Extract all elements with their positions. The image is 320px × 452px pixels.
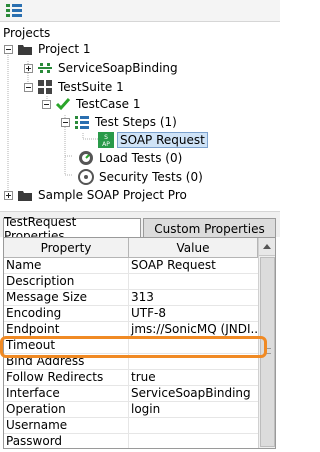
- scrollbar-thumb[interactable]: [260, 257, 275, 447]
- property-name: Timeout: [4, 338, 129, 353]
- property-value[interactable]: [129, 338, 258, 353]
- table-row[interactable]: Description: [4, 274, 258, 290]
- testsuite-grid-icon: [37, 79, 53, 95]
- properties-table: Property Value Name SOAP Request Descript…: [3, 237, 276, 449]
- property-value[interactable]: UTF-8: [129, 306, 258, 321]
- property-name: Endpoint: [4, 322, 129, 337]
- table-row[interactable]: Interface ServiceSoapBinding: [4, 386, 258, 402]
- property-value[interactable]: login: [129, 402, 258, 417]
- table-row[interactable]: Operation login: [4, 402, 258, 418]
- svg-text:S: S: [104, 134, 108, 141]
- property-name: Bind Address: [4, 354, 129, 369]
- tree-node-service-soap-binding[interactable]: ServiceSoapBinding: [24, 59, 178, 77]
- check-icon: [55, 96, 71, 112]
- expand-icon[interactable]: [24, 63, 33, 73]
- property-value[interactable]: true: [129, 370, 258, 385]
- tree-node-testcase-1[interactable]: TestCase 1: [42, 95, 140, 113]
- gauge-icon: [78, 150, 94, 166]
- list-icon: [74, 114, 90, 130]
- column-header-value[interactable]: Value: [129, 238, 258, 258]
- tree-node-label: ServiceSoapBinding: [58, 61, 178, 75]
- property-value[interactable]: [129, 418, 258, 433]
- tab-testrequest-properties[interactable]: TestRequest Properties: [3, 215, 141, 243]
- property-name: Follow Redirects: [4, 370, 129, 385]
- property-name: Message Size: [4, 290, 129, 305]
- tree-node-label: Security Tests (0): [99, 170, 203, 184]
- list-tree-icon[interactable]: [6, 4, 22, 18]
- table-row[interactable]: Username: [4, 418, 258, 434]
- tab-label: Custom Properties: [154, 221, 265, 236]
- table-row[interactable]: Endpoint jms://SonicMQ (JNDI...: [4, 322, 258, 338]
- column-header-property[interactable]: Property: [4, 238, 129, 258]
- interface-icon: [37, 60, 53, 76]
- property-value[interactable]: SOAP Request: [129, 258, 258, 273]
- table-row[interactable]: Name SOAP Request: [4, 258, 258, 274]
- table-row[interactable]: Follow Redirects true: [4, 370, 258, 386]
- vertical-scrollbar[interactable]: [258, 238, 275, 448]
- security-icon: [78, 169, 94, 185]
- table-row[interactable]: Password: [4, 434, 258, 448]
- tree-node-project-1[interactable]: Project 1: [4, 40, 91, 58]
- tree-node-load-tests[interactable]: Load Tests (0): [78, 149, 182, 167]
- collapse-icon[interactable]: [24, 82, 33, 92]
- table-header: Property Value: [4, 238, 258, 258]
- tree-node-label: Load Tests (0): [99, 151, 183, 165]
- property-value[interactable]: ServiceSoapBinding: [129, 386, 258, 401]
- table-row[interactable]: Encoding UTF-8: [4, 306, 258, 322]
- tab-custom-properties[interactable]: Custom Properties: [143, 218, 276, 238]
- property-value[interactable]: 313: [129, 290, 258, 305]
- property-name: Encoding: [4, 306, 129, 321]
- tree-node-test-steps[interactable]: Test Steps (1): [61, 113, 177, 131]
- projects-tree: Projects Project 1 ServiceSoapBinding Te…: [0, 23, 280, 211]
- tree-node-label: Test Steps (1): [95, 115, 177, 129]
- tree-node-label: TestSuite 1: [58, 80, 124, 94]
- soap-request-icon: S AP: [98, 132, 114, 148]
- folder-icon: [17, 41, 33, 57]
- property-name: Name: [4, 258, 129, 273]
- tree-node-sample-soap-project[interactable]: Sample SOAP Project Pro: [4, 186, 187, 204]
- table-row[interactable]: Message Size 313: [4, 290, 258, 306]
- property-value[interactable]: jms://SonicMQ (JNDI...: [129, 322, 258, 337]
- table-row[interactable]: Bind Address: [4, 354, 258, 370]
- svg-text:AP: AP: [102, 141, 110, 148]
- property-value[interactable]: [129, 434, 258, 448]
- tree-node-testsuite-1[interactable]: TestSuite 1: [24, 78, 124, 96]
- property-name: Password: [4, 434, 129, 448]
- scroll-up-arrow-icon[interactable]: [259, 238, 275, 256]
- tree-node-label: Project 1: [38, 42, 91, 56]
- tree-node-label-selected: SOAP Request: [117, 132, 208, 148]
- collapse-icon[interactable]: [61, 117, 70, 127]
- tree-node-soap-request[interactable]: S AP SOAP Request: [98, 131, 208, 149]
- property-value[interactable]: [129, 274, 258, 289]
- expand-icon[interactable]: [4, 190, 13, 200]
- tree-header: Projects: [3, 26, 51, 40]
- property-name: Operation: [4, 402, 129, 417]
- property-value[interactable]: [129, 354, 258, 369]
- properties-tabs: TestRequest Properties Custom Properties: [0, 211, 280, 243]
- property-name: Description: [4, 274, 129, 289]
- collapse-icon[interactable]: [42, 99, 51, 109]
- property-name: Username: [4, 418, 129, 433]
- toolbar: [0, 0, 280, 22]
- tree-node-security-tests[interactable]: Security Tests (0): [78, 168, 203, 186]
- tree-node-label: TestCase 1: [76, 97, 141, 111]
- table-body: Name SOAP Request Description Message Siz…: [4, 258, 258, 448]
- tree-node-label: Sample SOAP Project Pro: [38, 188, 187, 202]
- property-name: Interface: [4, 386, 129, 401]
- folder-icon: [17, 187, 33, 203]
- scrollbar-grip: [265, 348, 271, 354]
- table-row-timeout[interactable]: Timeout: [4, 338, 258, 354]
- collapse-icon[interactable]: [4, 44, 13, 54]
